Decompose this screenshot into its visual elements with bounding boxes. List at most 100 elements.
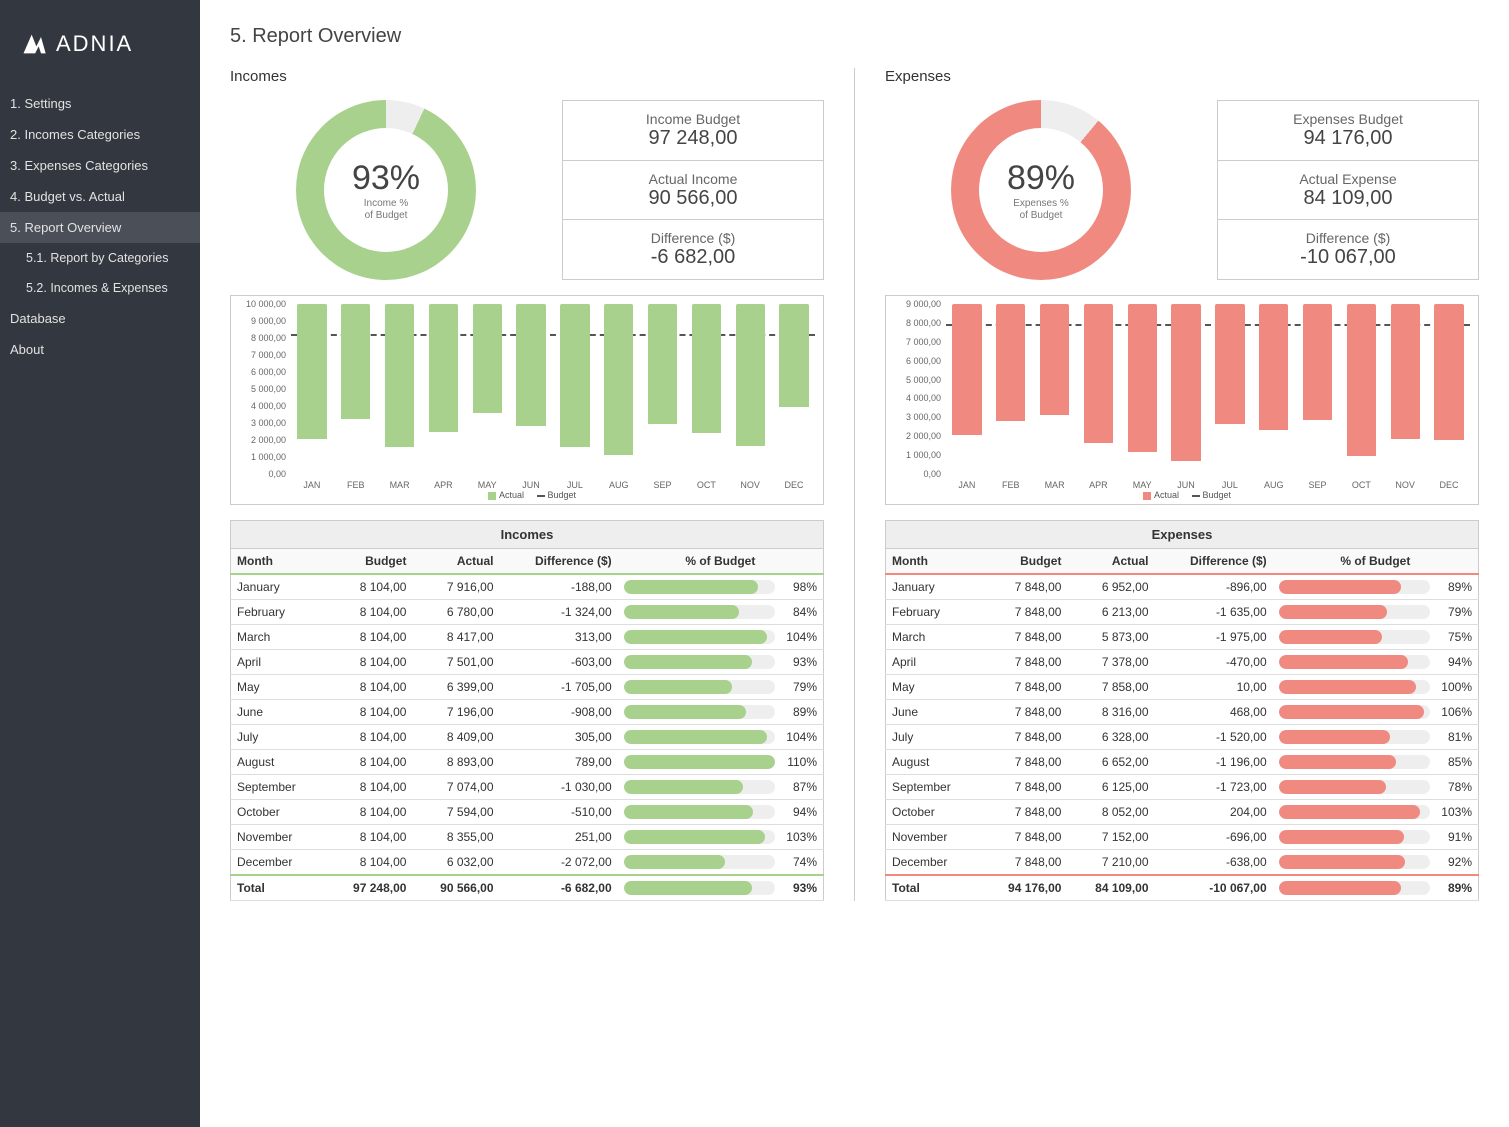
table-row: December 8 104,00 6 032,00 -2 072,00 74% xyxy=(231,850,824,876)
kpi-label: Actual Income xyxy=(649,171,738,187)
kpi-label: Income Budget xyxy=(646,111,740,127)
bar-slot: APR xyxy=(1077,304,1119,474)
bar xyxy=(1391,304,1420,439)
cell-diff: -470,00 xyxy=(1155,650,1273,675)
cell-pct: 84% xyxy=(618,600,824,625)
cell-month: February xyxy=(231,600,326,625)
cell-budget: 8 104,00 xyxy=(325,700,412,725)
bar-slot: JUL xyxy=(1209,304,1251,474)
cell-actual: 6 952,00 xyxy=(1067,574,1154,600)
y-tick: 8 000,00 xyxy=(236,333,286,343)
cell-diff: -1 520,00 xyxy=(1155,725,1273,750)
cell-month: June xyxy=(231,700,326,725)
kpi-item: Difference ($) -10 067,00 xyxy=(1218,219,1478,279)
cell-budget: 8 104,00 xyxy=(325,800,412,825)
legend-budget-swatch xyxy=(537,495,545,497)
cell-diff: -603,00 xyxy=(500,650,618,675)
cell-budget: 8 104,00 xyxy=(325,600,412,625)
kpi-label: Expenses Budget xyxy=(1293,111,1403,127)
cell-month: May xyxy=(886,675,981,700)
expenses-donut: 89% Expenses %of Budget xyxy=(951,100,1131,280)
x-tick: MAY xyxy=(1133,480,1152,490)
nav-item[interactable]: 5. Report Overview xyxy=(0,212,200,243)
bar-slot: MAR xyxy=(1034,304,1076,474)
nav-item[interactable]: 5.2. Incomes & Expenses xyxy=(0,273,200,303)
bar xyxy=(429,304,458,432)
x-tick: NOV xyxy=(1395,480,1415,490)
cell-budget: 7 848,00 xyxy=(980,750,1067,775)
cell-budget: 7 848,00 xyxy=(980,625,1067,650)
bar xyxy=(1303,304,1332,420)
x-tick: JUL xyxy=(1222,480,1238,490)
kpi-value: -6 682,00 xyxy=(651,246,736,269)
bar xyxy=(1084,304,1113,443)
bar xyxy=(604,304,633,455)
nav-item[interactable]: 4. Budget vs. Actual xyxy=(0,181,200,212)
expenses-table: Expenses MonthBudgetActualDifference ($)… xyxy=(885,520,1479,901)
cell-diff: 789,00 xyxy=(500,750,618,775)
kpi-label: Actual Expense xyxy=(1299,171,1396,187)
bar-slot: MAY xyxy=(1121,304,1163,474)
cell-diff: -908,00 xyxy=(500,700,618,725)
cell-pct: 89% xyxy=(1273,574,1479,600)
nav-item[interactable]: 5.1. Report by Categories xyxy=(0,243,200,273)
bar-slot: NOV xyxy=(729,304,771,474)
bar-slot: DEC xyxy=(1428,304,1470,474)
kpi-item: Actual Expense 84 109,00 xyxy=(1218,160,1478,220)
cell-actual: 7 210,00 xyxy=(1067,850,1154,876)
cell-budget: 8 104,00 xyxy=(325,725,412,750)
y-tick: 9 000,00 xyxy=(236,316,286,326)
x-tick: DEC xyxy=(785,480,804,490)
cell-pct: 104% xyxy=(618,725,824,750)
cell-diff: -1 975,00 xyxy=(1155,625,1273,650)
expenses-table-caption: Expenses xyxy=(885,520,1479,548)
cell-diff: -1 030,00 xyxy=(500,775,618,800)
x-tick: AUG xyxy=(1264,480,1284,490)
cell-month: March xyxy=(886,625,981,650)
nav-item[interactable]: 2. Incomes Categories xyxy=(0,119,200,150)
bar xyxy=(779,304,808,407)
cell-actual: 5 873,00 xyxy=(1067,625,1154,650)
cell-budget: 8 104,00 xyxy=(325,775,412,800)
cell-budget: 7 848,00 xyxy=(980,850,1067,876)
cell-budget: 7 848,00 xyxy=(980,600,1067,625)
x-tick: APR xyxy=(1089,480,1108,490)
nav-item[interactable]: About xyxy=(0,334,200,365)
nav-item[interactable]: Database xyxy=(0,303,200,334)
bar xyxy=(1040,304,1069,415)
bar xyxy=(996,304,1025,421)
bar xyxy=(341,304,370,419)
bar-slot: FEB xyxy=(335,304,377,474)
brand-text: ADNIA xyxy=(56,31,133,57)
cell-diff: -1 723,00 xyxy=(1155,775,1273,800)
cell-month: November xyxy=(231,825,326,850)
cell-diff: -638,00 xyxy=(1155,850,1273,876)
x-tick: NOV xyxy=(740,480,760,490)
bar xyxy=(1215,304,1244,424)
x-tick: SEP xyxy=(654,480,672,490)
cell-actual: 6 328,00 xyxy=(1067,725,1154,750)
y-tick: 2 000,00 xyxy=(236,435,286,445)
cell-actual: 7 378,00 xyxy=(1067,650,1154,675)
cell-pct: 74% xyxy=(618,850,824,876)
cell-actual: 8 417,00 xyxy=(412,625,499,650)
table-header: Actual xyxy=(1067,549,1154,575)
nav-item[interactable]: 3. Expenses Categories xyxy=(0,150,200,181)
bar xyxy=(1434,304,1463,440)
x-tick: OCT xyxy=(1352,480,1371,490)
table-row: March 7 848,00 5 873,00 -1 975,00 75% xyxy=(886,625,1479,650)
kpi-value: 97 248,00 xyxy=(649,127,738,150)
cell-diff: -1 324,00 xyxy=(500,600,618,625)
incomes-panel: Incomes 93% Income %of Budget Income Bud… xyxy=(230,68,824,901)
brand-icon xyxy=(20,30,48,58)
x-tick: JAN xyxy=(958,480,975,490)
cell-pct: 78% xyxy=(1273,775,1479,800)
cell-month: January xyxy=(231,574,326,600)
cell-pct: 93% xyxy=(618,875,824,901)
table-row: May 8 104,00 6 399,00 -1 705,00 79% xyxy=(231,675,824,700)
table-row: April 8 104,00 7 501,00 -603,00 93% xyxy=(231,650,824,675)
y-tick: 7 000,00 xyxy=(891,337,941,347)
nav-item[interactable]: 1. Settings xyxy=(0,88,200,119)
incomes-donut: 93% Income %of Budget xyxy=(296,100,476,280)
cell-month: December xyxy=(886,850,981,876)
